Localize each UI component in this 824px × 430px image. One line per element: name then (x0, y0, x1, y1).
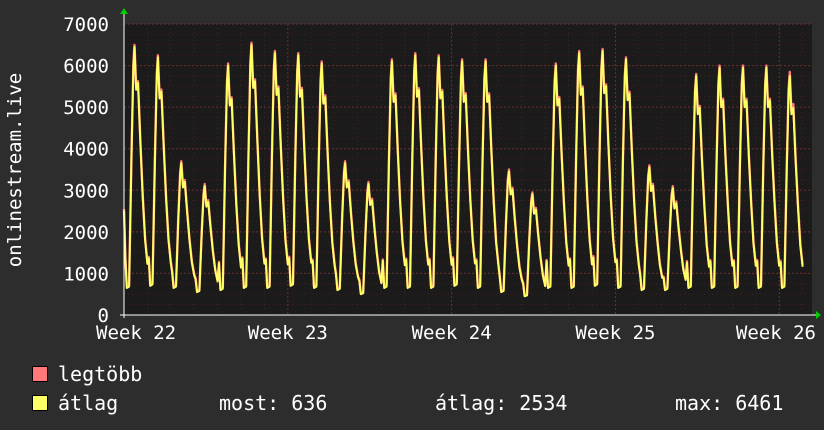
y-tick-label: 2000 (63, 222, 109, 244)
legend-avg-swatch (32, 395, 48, 411)
legend-max-swatch (32, 366, 48, 382)
x-tick-labels: Week 22 Week 23 Week 24 Week 25 Week 26 (96, 322, 816, 344)
x-tick-label: Week 24 (412, 322, 492, 344)
y-tick-labels: 01000200030004000500060007000 (63, 14, 109, 327)
y-tick-label: 4000 (63, 139, 109, 161)
stat-now: most: 636 (219, 391, 328, 415)
y-tick-label: 5000 (63, 97, 109, 119)
x-axis-arrow-icon (816, 311, 821, 319)
x-tick-label: Week 23 (248, 322, 328, 344)
x-tick-label: Week 26 (736, 322, 816, 344)
y-axis-label: onlinestream.live (4, 73, 26, 267)
stat-max: max: 6461 (675, 391, 784, 415)
x-tick-label: Week 22 (96, 322, 176, 344)
y-tick-label: 3000 (63, 180, 109, 202)
x-tick-label: Week 25 (575, 322, 655, 344)
y-tick-label: 7000 (63, 14, 109, 36)
legend-max-label: legtöbb (58, 362, 143, 386)
legend-avg-label: átlag (58, 391, 119, 415)
y-axis-arrow-icon (120, 8, 128, 14)
stat-average: átlag: 2534 (435, 391, 568, 415)
y-tick-label: 1000 (63, 263, 109, 285)
y-tick-label: 6000 (63, 56, 109, 78)
